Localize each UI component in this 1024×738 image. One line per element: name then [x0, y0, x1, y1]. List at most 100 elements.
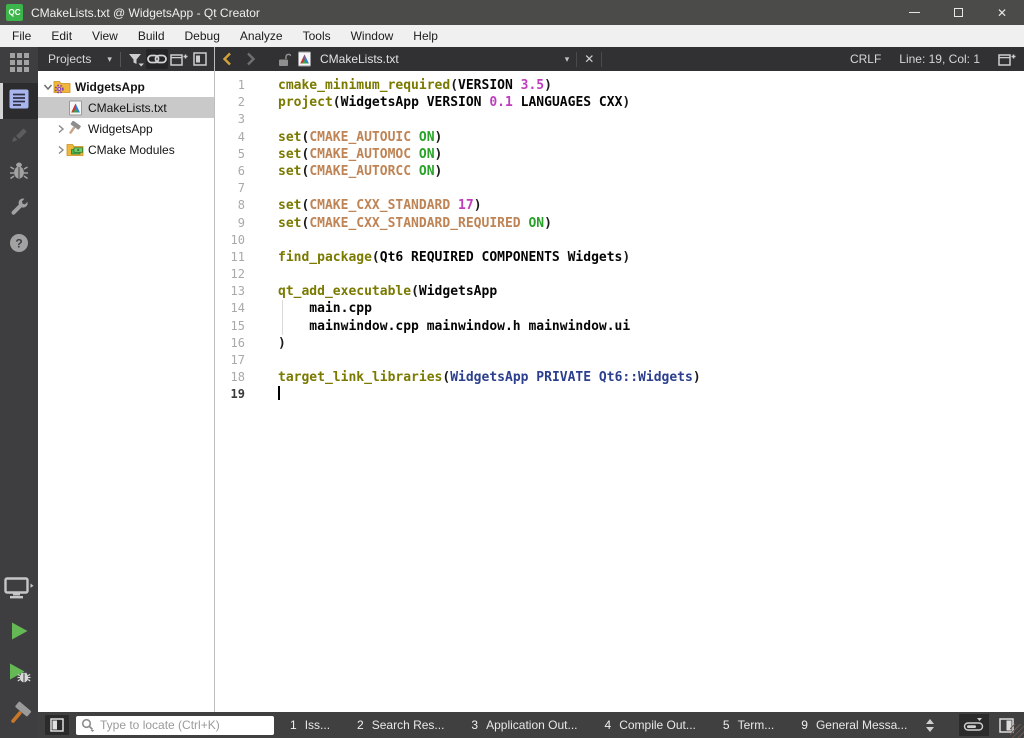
go-back-button[interactable]	[215, 52, 239, 66]
line-number: 13	[215, 283, 261, 300]
output-pane-label: Iss...	[305, 718, 330, 732]
menu-build[interactable]: Build	[128, 26, 175, 46]
projects-panel-header: Projects ▾	[38, 47, 214, 71]
line-ending-indicator[interactable]: CRLF	[850, 52, 881, 66]
code-line-12[interactable]: 12	[215, 266, 1024, 283]
line-number: 9	[215, 215, 261, 232]
code-line-15[interactable]: 15 mainwindow.cpp mainwindow.h mainwindo…	[215, 318, 1024, 335]
code-line-11[interactable]: 11find_package(Qt6 REQUIRED COMPONENTS W…	[215, 249, 1024, 266]
filter-icon	[128, 52, 144, 67]
tree-item-widgetsapp[interactable]: WidgetsApp	[38, 118, 214, 139]
debug-mode[interactable]	[0, 155, 38, 191]
output-pane-9[interactable]: 9General Messa...	[801, 718, 907, 732]
output-pane-selector-icon[interactable]	[925, 718, 935, 733]
help-mode[interactable]: ?	[0, 227, 38, 263]
cmake-file-icon	[297, 51, 312, 67]
code-line-18[interactable]: 18target_link_libraries(WidgetsApp PRIVA…	[215, 369, 1024, 386]
file-tab[interactable]: CMakeLists.txt ▾	[277, 51, 569, 67]
design-mode[interactable]	[0, 119, 38, 155]
run-debug-icon	[7, 662, 32, 689]
filter-button[interactable]	[125, 49, 147, 69]
code-line-5[interactable]: 5set(CMAKE_AUTOMOC ON)	[215, 146, 1024, 163]
edit-mode[interactable]	[0, 83, 38, 119]
resize-grip[interactable]	[1010, 724, 1024, 738]
line-number: 4	[215, 129, 261, 146]
menu-edit[interactable]: Edit	[41, 26, 82, 46]
progress-details-button[interactable]	[959, 714, 989, 736]
close-sidebar-button[interactable]	[189, 49, 211, 69]
menu-analyze[interactable]: Analyze	[230, 26, 293, 46]
code-line-7[interactable]: 7	[215, 180, 1024, 197]
line-number: 6	[215, 163, 261, 180]
line-number: 14	[215, 300, 261, 317]
code-line-14[interactable]: 14 main.cpp	[215, 300, 1024, 317]
locator-input[interactable]	[100, 718, 260, 732]
kit-selector[interactable]	[0, 574, 38, 608]
output-pane-label: Compile Out...	[619, 718, 696, 732]
output-panes: 1Iss... 2Search Res... 3Application Out...…	[290, 718, 907, 732]
code-text	[261, 386, 280, 403]
run-button[interactable]	[0, 616, 38, 650]
split-new-window-button[interactable]	[168, 49, 190, 69]
grid-icon	[10, 53, 29, 77]
chevron-down-icon[interactable]: ▾	[107, 54, 112, 65]
close-document-button[interactable]: ✕	[584, 52, 594, 66]
chevron-down-icon[interactable]: ▾	[565, 54, 570, 65]
code-editor[interactable]: 1cmake_minimum_required(VERSION 3.5)2pro…	[215, 71, 1024, 712]
locator-field[interactable]	[76, 716, 274, 735]
chevron-right-icon[interactable]	[55, 124, 66, 134]
code-line-1[interactable]: 1cmake_minimum_required(VERSION 3.5)	[215, 77, 1024, 94]
code-line-9[interactable]: 9set(CMAKE_CXX_STANDARD_REQUIRED ON)	[215, 215, 1024, 232]
tree-item-cmake-modules[interactable]: CMake Modules	[38, 139, 214, 160]
tree-item-widgetsapp[interactable]: WidgetsApp	[38, 76, 214, 97]
go-forward-button[interactable]	[239, 52, 263, 66]
menu-window[interactable]: Window	[341, 26, 404, 46]
line-number: 11	[215, 249, 261, 266]
projects-panel-title[interactable]: Projects	[48, 52, 91, 66]
code-line-3[interactable]: 3	[215, 111, 1024, 128]
maximize-button[interactable]	[936, 0, 980, 25]
line-number: 10	[215, 232, 261, 249]
code-line-4[interactable]: 4set(CMAKE_AUTOUIC ON)	[215, 129, 1024, 146]
output-pane-4[interactable]: 4Compile Out...	[605, 718, 696, 732]
code-line-17[interactable]: 17	[215, 352, 1024, 369]
output-pane-3[interactable]: 3Application Out...	[471, 718, 577, 732]
bug-icon	[9, 161, 29, 186]
menu-tools[interactable]: Tools	[293, 26, 341, 46]
chevron-right-icon[interactable]	[55, 145, 66, 155]
maximize-icon	[954, 8, 963, 17]
cursor-position-indicator[interactable]: Line: 19, Col: 1	[899, 52, 980, 66]
code-line-19[interactable]: 19	[215, 386, 1024, 403]
projects-mode[interactable]	[0, 191, 38, 227]
minimize-button[interactable]	[892, 0, 936, 25]
output-pane-5[interactable]: 5Term...	[723, 718, 774, 732]
line-number: 18	[215, 369, 261, 386]
app-logo-icon: QC	[6, 4, 23, 21]
tree-item-cmakelists-txt[interactable]: CMakeLists.txt	[38, 97, 214, 118]
code-line-2[interactable]: 2project(WidgetsApp VERSION 0.1 LANGUAGE…	[215, 94, 1024, 111]
code-text: set(CMAKE_CXX_STANDARD_REQUIRED ON)	[261, 215, 552, 232]
code-line-6[interactable]: 6set(CMAKE_AUTORCC ON)	[215, 163, 1024, 180]
menu-debug[interactable]: Debug	[175, 26, 230, 46]
toggle-left-sidebar-button[interactable]	[45, 715, 69, 735]
output-pane-number: 3	[471, 718, 478, 732]
menu-help[interactable]: Help	[403, 26, 448, 46]
output-pane-2[interactable]: 2Search Res...	[357, 718, 444, 732]
code-line-13[interactable]: 13qt_add_executable(WidgetsApp	[215, 283, 1024, 300]
line-number: 17	[215, 352, 261, 369]
code-line-10[interactable]: 10	[215, 232, 1024, 249]
line-number: 3	[215, 111, 261, 128]
sync-with-editor-button[interactable]	[146, 49, 168, 69]
menu-file[interactable]: File	[2, 26, 41, 46]
chevron-down-icon[interactable]	[42, 82, 53, 92]
menu-view[interactable]: View	[82, 26, 128, 46]
code-line-16[interactable]: 16)	[215, 335, 1024, 352]
debug-run-button[interactable]	[0, 658, 38, 692]
split-editor-icon[interactable]	[998, 52, 1016, 67]
build-button[interactable]	[0, 700, 38, 734]
welcome-mode[interactable]	[0, 47, 38, 83]
monitor-icon	[4, 577, 34, 605]
code-line-8[interactable]: 8set(CMAKE_CXX_STANDARD 17)	[215, 197, 1024, 214]
output-pane-1[interactable]: 1Iss...	[290, 718, 330, 732]
close-button[interactable]: ✕	[980, 0, 1024, 25]
